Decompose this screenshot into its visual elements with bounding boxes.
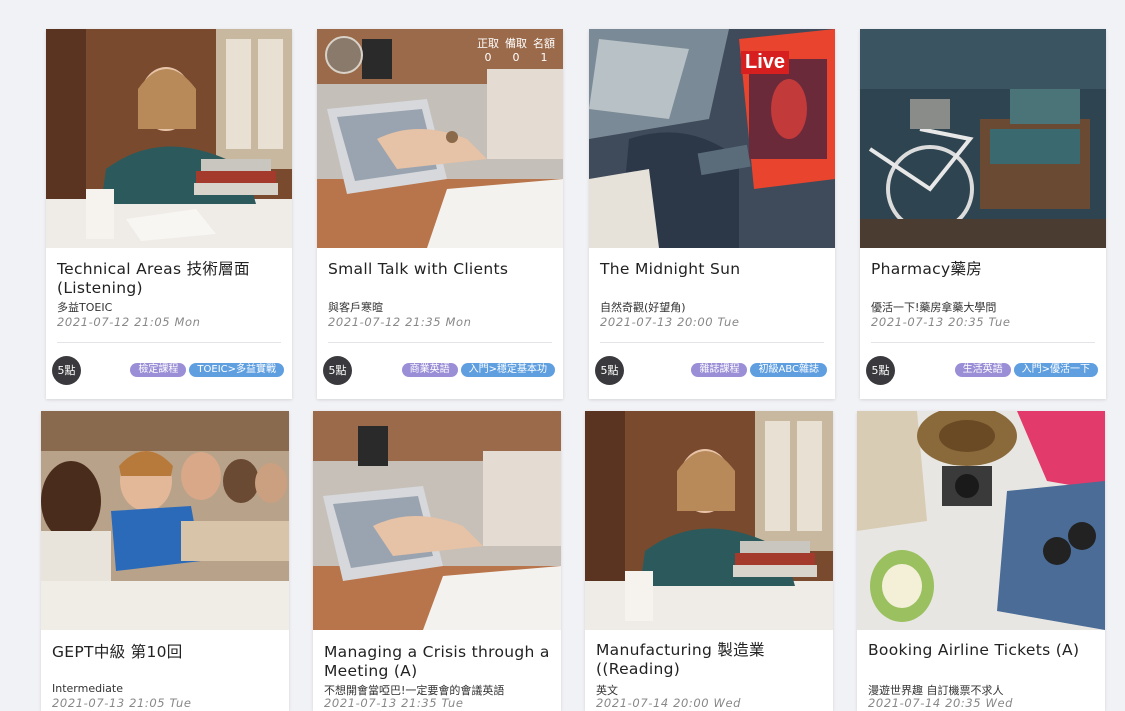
course-card[interactable]: GEPT中級 第10回 Intermediate 2021-07-13 21:0… bbox=[41, 411, 289, 711]
laptop-typing-photo[interactable]: 正取 0 備取 0 名額 1 bbox=[317, 29, 563, 248]
magazine-logo: Live bbox=[741, 51, 790, 74]
card-divider bbox=[600, 342, 824, 343]
course-card[interactable]: Managing a Crisis through a Meeting (A) … bbox=[313, 411, 561, 711]
tag-list: 雜誌課程 初級ABC雜誌 bbox=[691, 363, 827, 377]
tag-list: 檢定課程 TOEIC>多益實戰 bbox=[130, 363, 284, 377]
course-title[interactable]: Booking Airline Tickets (A) bbox=[868, 641, 1097, 660]
stat-admitted: 正取 0 bbox=[477, 37, 499, 64]
course-title[interactable]: Pharmacy藥房 bbox=[871, 260, 1098, 279]
stat-quota: 名額 1 bbox=[533, 37, 555, 64]
laptop-typing-photo[interactable] bbox=[313, 411, 561, 630]
level-tag[interactable]: TOEIC>多益實戰 bbox=[189, 363, 284, 377]
course-subtitle: 多益TOEIC bbox=[57, 301, 113, 314]
course-subtitle: 自然奇觀(好望角) bbox=[600, 301, 686, 314]
card-divider bbox=[328, 342, 552, 343]
course-card[interactable]: Booking Airline Tickets (A) 漫遊世界趣 自訂機票不求… bbox=[857, 411, 1105, 711]
course-subtitle: 優活一下!藥房拿藥大學問 bbox=[871, 301, 997, 314]
magazines-photo[interactable]: Live bbox=[589, 29, 835, 248]
course-card[interactable]: Technical Areas 技術層面 (Listening) 多益TOEIC… bbox=[46, 29, 292, 399]
level-tag[interactable]: 入門>優活一下 bbox=[1013, 363, 1098, 377]
category-tag[interactable]: 雜誌課程 bbox=[691, 363, 748, 377]
course-card[interactable]: Pharmacy藥房 優活一下!藥房拿藥大學問 2021-07-13 20:35… bbox=[860, 29, 1106, 399]
course-card[interactable]: 正取 0 備取 0 名額 1 Small Talk with Clients 與… bbox=[317, 29, 563, 399]
level-tag[interactable]: 初級ABC雜誌 bbox=[750, 363, 827, 377]
course-title[interactable]: Manufacturing 製造業 ((Reading) bbox=[596, 641, 825, 679]
bicycle-luggage-photo[interactable] bbox=[860, 29, 1106, 248]
student-thinking-photo[interactable] bbox=[46, 29, 292, 248]
category-tag[interactable]: 檢定課程 bbox=[130, 363, 187, 377]
category-tag[interactable]: 商業英語 bbox=[401, 363, 458, 377]
card-divider bbox=[57, 342, 281, 343]
stat-waitlist: 備取 0 bbox=[505, 37, 527, 64]
level-tag[interactable]: 入門>穩定基本功 bbox=[460, 363, 555, 377]
course-card[interactable]: Manufacturing 製造業 ((Reading) 英文 2021-07-… bbox=[585, 411, 833, 711]
course-datetime: 2021-07-12 21:05 Mon bbox=[57, 315, 201, 329]
course-datetime: 2021-07-13 20:35 Tue bbox=[871, 315, 1011, 329]
course-title[interactable]: Small Talk with Clients bbox=[328, 260, 555, 279]
points-badge: 5點 bbox=[866, 356, 895, 385]
tag-list: 商業英語 入門>穩定基本功 bbox=[401, 363, 555, 377]
course-subtitle: 與客戶寒暄 bbox=[328, 301, 383, 314]
course-datetime: 2021-07-13 21:35 Tue bbox=[324, 696, 464, 710]
travel-flatlay-photo[interactable] bbox=[857, 411, 1105, 630]
course-card[interactable]: Live The Midnight Sun 自然奇觀(好望角) 2021-07-… bbox=[589, 29, 835, 399]
course-datetime: 2021-07-13 21:05 Tue bbox=[52, 696, 192, 710]
course-grid: Technical Areas 技術層面 (Listening) 多益TOEIC… bbox=[0, 0, 1125, 711]
card-divider bbox=[871, 342, 1095, 343]
tag-list: 生活英語 入門>優活一下 bbox=[954, 363, 1098, 377]
category-tag[interactable]: 生活英語 bbox=[954, 363, 1011, 377]
course-datetime: 2021-07-14 20:35 Wed bbox=[868, 696, 1014, 710]
points-badge: 5點 bbox=[323, 356, 352, 385]
enrollment-stats: 正取 0 備取 0 名額 1 bbox=[477, 37, 555, 65]
student-thinking-photo[interactable] bbox=[585, 411, 833, 630]
course-datetime: 2021-07-13 20:00 Tue bbox=[600, 315, 740, 329]
course-title[interactable]: The Midnight Sun bbox=[600, 260, 827, 279]
course-subtitle: Intermediate bbox=[52, 682, 123, 695]
classroom-students-photo[interactable] bbox=[41, 411, 289, 630]
points-badge: 5點 bbox=[52, 356, 81, 385]
course-datetime: 2021-07-14 20:00 Wed bbox=[596, 696, 742, 710]
course-datetime: 2021-07-12 21:35 Mon bbox=[328, 315, 472, 329]
course-title[interactable]: Technical Areas 技術層面 (Listening) bbox=[57, 260, 284, 298]
teacher-avatar[interactable] bbox=[325, 36, 363, 74]
course-title[interactable]: Managing a Crisis through a Meeting (A) bbox=[324, 643, 553, 681]
points-badge: 5點 bbox=[595, 356, 624, 385]
course-title[interactable]: GEPT中級 第10回 bbox=[52, 643, 281, 662]
